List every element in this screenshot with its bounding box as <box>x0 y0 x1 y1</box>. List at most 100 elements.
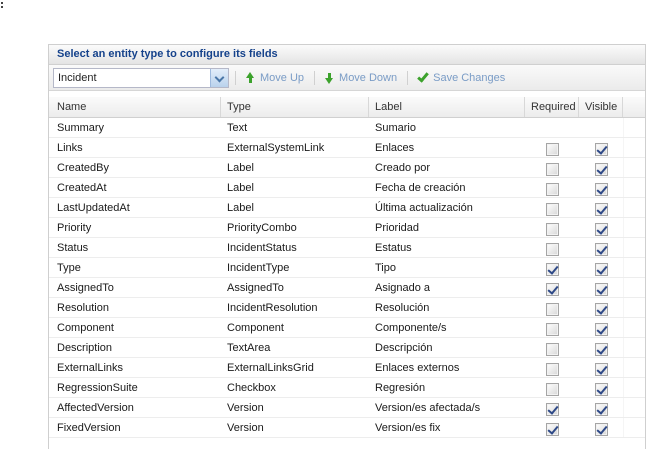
field-label: Enlaces <box>369 138 525 157</box>
table-row[interactable]: AffectedVersionVersionVersion/es afectad… <box>49 398 645 418</box>
visible-checkbox[interactable] <box>595 343 608 356</box>
visible-checkbox[interactable] <box>595 143 608 156</box>
check-icon <box>417 70 429 82</box>
column-header-label[interactable]: Label <box>369 97 525 117</box>
field-name: Priority <box>49 218 221 237</box>
visible-cell <box>579 298 623 317</box>
visible-checkbox[interactable] <box>595 263 608 276</box>
required-cell <box>525 138 579 157</box>
row-filler <box>623 418 645 437</box>
field-label: Descripción <box>369 338 525 357</box>
field-label: Estatus <box>369 238 525 257</box>
chevron-down-icon[interactable] <box>210 69 228 87</box>
visible-checkbox[interactable] <box>595 303 608 316</box>
visible-checkbox[interactable] <box>595 203 608 216</box>
field-label: Enlaces externos <box>369 358 525 377</box>
table-row[interactable]: PriorityPriorityComboPrioridad <box>49 218 645 238</box>
visible-cell <box>579 278 623 297</box>
grid-body: SummaryTextSumarioLinksExternalSystemLin… <box>49 118 645 438</box>
visible-checkbox[interactable] <box>595 183 608 196</box>
row-filler <box>623 178 645 197</box>
table-row[interactable]: CreatedByLabelCreado por <box>49 158 645 178</box>
required-checkbox[interactable] <box>546 183 559 196</box>
required-checkbox[interactable] <box>546 163 559 176</box>
visible-checkbox[interactable] <box>595 423 608 436</box>
field-type: Label <box>221 198 369 217</box>
required-checkbox[interactable] <box>546 343 559 356</box>
visible-checkbox[interactable] <box>595 163 608 176</box>
table-row[interactable]: StatusIncidentStatusEstatus <box>49 238 645 258</box>
visible-checkbox[interactable] <box>595 363 608 376</box>
required-cell <box>525 338 579 357</box>
required-checkbox[interactable] <box>546 403 559 416</box>
field-type: ExternalLinksGrid <box>221 358 369 377</box>
visible-cell <box>579 358 623 377</box>
table-row[interactable]: CreatedAtLabelFecha de creación <box>49 178 645 198</box>
column-header-visible[interactable]: Visible <box>579 97 623 117</box>
row-filler <box>623 278 645 297</box>
row-filler <box>623 398 645 417</box>
required-checkbox[interactable] <box>546 283 559 296</box>
field-name: AssignedTo <box>49 278 221 297</box>
required-checkbox[interactable] <box>546 223 559 236</box>
required-checkbox[interactable] <box>546 383 559 396</box>
visible-checkbox[interactable] <box>595 403 608 416</box>
visible-checkbox[interactable] <box>595 243 608 256</box>
row-filler <box>623 158 645 177</box>
row-filler <box>623 378 645 397</box>
field-type: IncidentStatus <box>221 238 369 257</box>
table-row[interactable]: ExternalLinksExternalLinksGridEnlaces ex… <box>49 358 645 378</box>
field-type: Version <box>221 418 369 437</box>
required-cell <box>525 378 579 397</box>
row-filler <box>623 138 645 157</box>
required-checkbox[interactable] <box>546 203 559 216</box>
field-type: PriorityCombo <box>221 218 369 237</box>
row-filler <box>623 258 645 277</box>
entity-type-select[interactable]: Incident <box>53 68 229 88</box>
table-row[interactable]: TypeIncidentTypeTipo <box>49 258 645 278</box>
visible-checkbox[interactable] <box>595 383 608 396</box>
stray-mark <box>1 2 3 4</box>
field-name: Component <box>49 318 221 337</box>
field-name: RegressionSuite <box>49 378 221 397</box>
visible-checkbox[interactable] <box>595 223 608 236</box>
table-row[interactable]: SummaryTextSumario <box>49 118 645 138</box>
visible-checkbox[interactable] <box>595 283 608 296</box>
field-type: TextArea <box>221 338 369 357</box>
move-down-button[interactable]: Move Down <box>321 70 401 86</box>
move-up-button[interactable]: Move Up <box>242 70 308 86</box>
table-row[interactable]: ComponentComponentComponente/s <box>49 318 645 338</box>
move-up-label: Move Up <box>260 72 304 84</box>
required-checkbox[interactable] <box>546 143 559 156</box>
field-label: Asignado a <box>369 278 525 297</box>
required-checkbox[interactable] <box>546 303 559 316</box>
column-header-name[interactable]: Name <box>49 97 221 117</box>
required-checkbox[interactable] <box>546 363 559 376</box>
row-filler <box>623 198 645 217</box>
move-down-label: Move Down <box>339 72 397 84</box>
visible-cell <box>579 318 623 337</box>
table-row[interactable]: LastUpdatedAtLabelÚltima actualización <box>49 198 645 218</box>
required-cell <box>525 398 579 417</box>
table-row[interactable]: DescriptionTextAreaDescripción <box>49 338 645 358</box>
visible-cell <box>579 398 623 417</box>
column-header-required[interactable]: Required <box>525 97 579 117</box>
required-checkbox[interactable] <box>546 423 559 436</box>
required-cell <box>525 418 579 437</box>
save-changes-button[interactable]: Save Changes <box>414 70 509 86</box>
table-row[interactable]: RegressionSuiteCheckboxRegresión <box>49 378 645 398</box>
table-row[interactable]: AssignedToAssignedToAsignado a <box>49 278 645 298</box>
table-row[interactable]: ResolutionIncidentResolutionResolución <box>49 298 645 318</box>
field-label: Fecha de creación <box>369 178 525 197</box>
visible-cell <box>579 378 623 397</box>
row-filler <box>623 218 645 237</box>
required-checkbox[interactable] <box>546 263 559 276</box>
required-checkbox[interactable] <box>546 243 559 256</box>
visible-checkbox[interactable] <box>595 323 608 336</box>
required-checkbox[interactable] <box>546 323 559 336</box>
column-header-type[interactable]: Type <box>221 97 369 117</box>
field-label: Componente/s <box>369 318 525 337</box>
table-row[interactable]: LinksExternalSystemLinkEnlaces <box>49 138 645 158</box>
table-row[interactable]: FixedVersionVersionVersion/es fix <box>49 418 645 438</box>
field-label: Última actualización <box>369 198 525 217</box>
